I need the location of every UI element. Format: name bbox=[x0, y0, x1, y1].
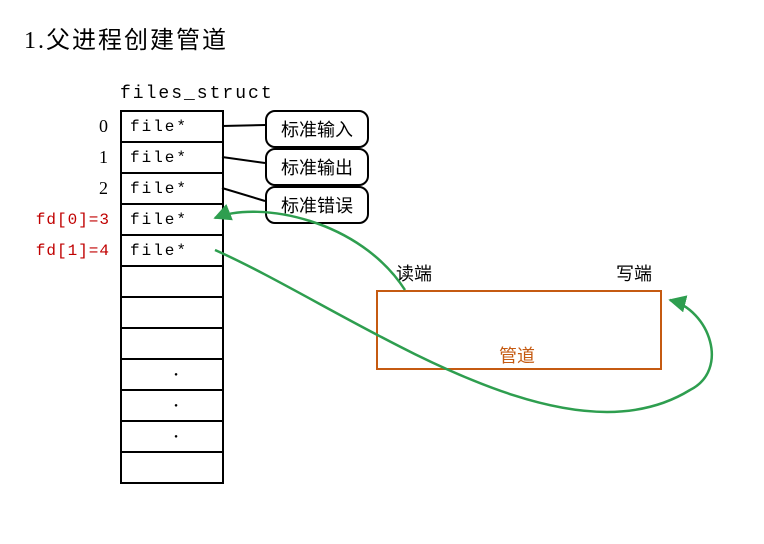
fd-row bbox=[122, 329, 222, 360]
fd-cell: file* bbox=[130, 118, 188, 136]
stderr-box: 标准错误 bbox=[265, 186, 369, 224]
pipe-label: 管道 bbox=[499, 342, 535, 368]
fd-index: fd[0]=3 bbox=[30, 211, 110, 229]
fd-row: ● bbox=[122, 360, 222, 391]
fd-index: 2 bbox=[30, 178, 110, 199]
fd-row bbox=[122, 453, 222, 484]
fd-row: file*fd[1]=4 bbox=[122, 236, 222, 267]
fd-index: 0 bbox=[30, 116, 110, 137]
fd-row: file*0 bbox=[122, 112, 222, 143]
diagram-stage: 1.父进程创建管道 files_struct file*0file*1file*… bbox=[0, 0, 764, 544]
fd-cell: file* bbox=[130, 180, 188, 198]
fd-row bbox=[122, 298, 222, 329]
fd-cell: file* bbox=[130, 211, 188, 229]
stdout-box: 标准输出 bbox=[265, 148, 369, 186]
fd-row: ● bbox=[122, 422, 222, 453]
fd-row: ● bbox=[122, 391, 222, 422]
fd-index: fd[1]=4 bbox=[30, 242, 110, 260]
std-connector-lines bbox=[222, 125, 265, 201]
stdin-box: 标准输入 bbox=[265, 110, 369, 148]
write-end-label: 写端 bbox=[616, 260, 652, 286]
diagram-title: 1.父进程创建管道 bbox=[24, 20, 228, 55]
fd-table: file*0file*1file*2file*fd[0]=3file*fd[1]… bbox=[120, 110, 224, 484]
files-struct-label: files_struct bbox=[120, 84, 274, 104]
fd-cell: file* bbox=[130, 242, 188, 260]
fd-cell: file* bbox=[130, 149, 188, 167]
fd-index: 1 bbox=[30, 147, 110, 168]
fd-row: file*fd[0]=3 bbox=[122, 205, 222, 236]
read-end-label: 读端 bbox=[396, 260, 432, 286]
fd-row: file*1 bbox=[122, 143, 222, 174]
fd-row bbox=[122, 267, 222, 298]
fd-row: file*2 bbox=[122, 174, 222, 205]
